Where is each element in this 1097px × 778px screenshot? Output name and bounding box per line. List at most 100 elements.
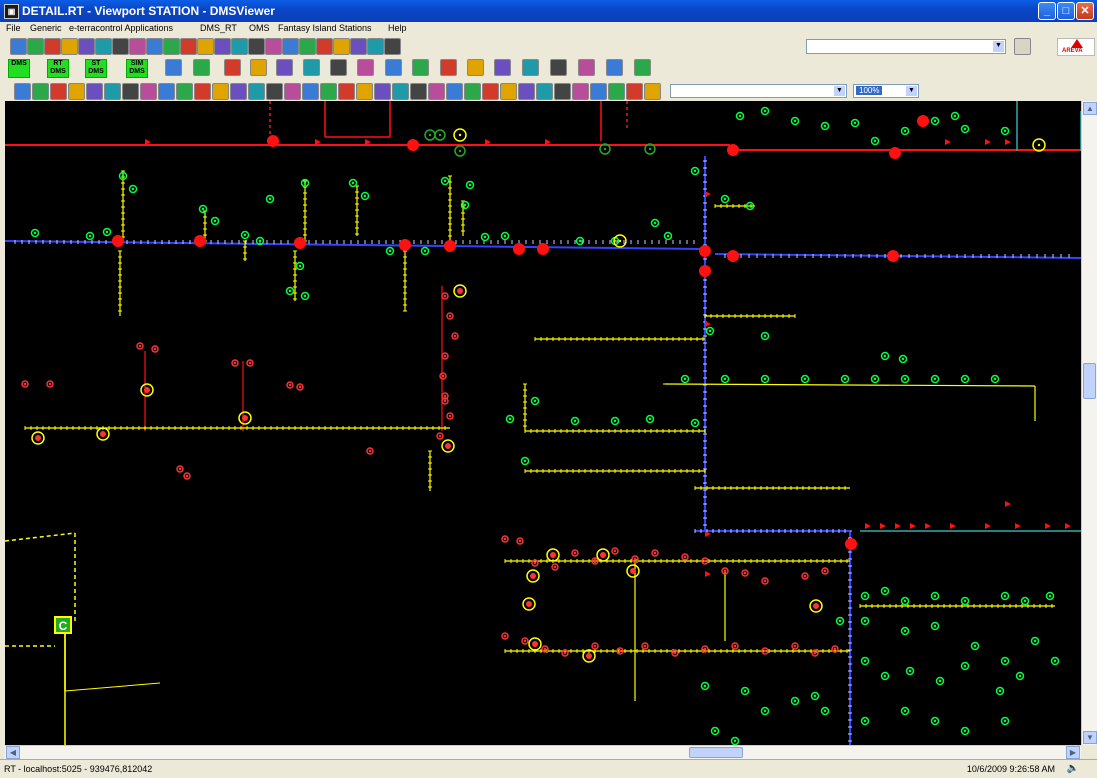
device-dot[interactable]: [723, 569, 727, 573]
device-dot[interactable]: [938, 679, 942, 683]
device-dot[interactable]: [933, 119, 937, 123]
toolbar-tool-icon[interactable]: [299, 38, 316, 55]
device-dot[interactable]: [693, 421, 697, 425]
toolbar-tool-icon[interactable]: [266, 83, 283, 100]
switch-node[interactable]: [407, 139, 419, 151]
device-dot[interactable]: [613, 549, 617, 553]
device-dot[interactable]: [508, 417, 512, 421]
device-dot[interactable]: [613, 419, 617, 423]
device-dot[interactable]: [138, 344, 142, 348]
device-dot[interactable]: [593, 644, 597, 648]
toolbar-tool-icon[interactable]: [303, 59, 320, 76]
device-dot[interactable]: [1018, 674, 1022, 678]
menu-eterracontrol[interactable]: e-terracontrol Applications: [69, 23, 173, 33]
switch-node[interactable]: [699, 265, 711, 277]
device-dot[interactable]: [483, 235, 487, 239]
device-dot[interactable]: [298, 385, 302, 389]
toolbar-tool-icon[interactable]: [197, 38, 214, 55]
device-dot[interactable]: [763, 334, 767, 338]
device-dot[interactable]: [708, 329, 712, 333]
toolbar-tool-icon[interactable]: [140, 83, 157, 100]
toolbar-tool-icon[interactable]: [428, 83, 445, 100]
horizontal-scroll-thumb[interactable]: [689, 747, 743, 758]
device-dot[interactable]: [1053, 659, 1057, 663]
switch-node[interactable]: [537, 243, 549, 255]
device-dot[interactable]: [603, 147, 607, 151]
menu-generic[interactable]: Generic: [30, 23, 62, 33]
toolbar-tool-icon[interactable]: [284, 83, 301, 100]
device-dot[interactable]: [1033, 639, 1037, 643]
switch-node[interactable]: [444, 240, 456, 252]
device-dot[interactable]: [763, 377, 767, 381]
device-dot[interactable]: [523, 639, 527, 643]
toolbar-tool-icon[interactable]: [518, 83, 535, 100]
transformer-core[interactable]: [600, 552, 606, 558]
network-diagram[interactable]: C: [5, 101, 1081, 745]
flag-marker[interactable]: [1015, 523, 1021, 529]
flag-marker[interactable]: [1005, 139, 1011, 145]
rt-dms-button[interactable]: RT DMS: [47, 59, 69, 78]
switch-node[interactable]: [513, 243, 525, 255]
toolbar-tool-icon[interactable]: [385, 59, 402, 76]
device-dot[interactable]: [443, 179, 447, 183]
toolbar-tool-icon[interactable]: [146, 38, 163, 55]
network-map-canvas[interactable]: C: [5, 101, 1081, 745]
scroll-down-arrow[interactable]: ▼: [1083, 731, 1097, 744]
device-dot[interactable]: [953, 114, 957, 118]
device-dot[interactable]: [468, 183, 472, 187]
device-dot[interactable]: [883, 674, 887, 678]
toolbar-tool-icon[interactable]: [554, 83, 571, 100]
transformer-core[interactable]: [242, 415, 248, 421]
menu-dms-rt[interactable]: DMS_RT: [200, 23, 237, 33]
device-dot[interactable]: [863, 719, 867, 723]
toolbar-tool-icon[interactable]: [230, 83, 247, 100]
toolbar-tool-icon[interactable]: [10, 38, 27, 55]
switch-node[interactable]: [294, 237, 306, 249]
menu-file[interactable]: File: [6, 23, 21, 33]
flag-marker[interactable]: [950, 523, 956, 529]
transformer-core[interactable]: [100, 431, 106, 437]
device-dot[interactable]: [823, 569, 827, 573]
sim-dms-button[interactable]: SIM DMS: [126, 59, 148, 78]
toolbar-tool-icon[interactable]: [350, 38, 367, 55]
device-dot[interactable]: [963, 729, 967, 733]
st-dms-button[interactable]: ST DMS: [85, 59, 107, 78]
toolbar-tool-icon[interactable]: [165, 59, 182, 76]
device-dot[interactable]: [153, 347, 157, 351]
toolbar-tool-icon[interactable]: [522, 59, 539, 76]
toolbar-tool-icon[interactable]: [410, 83, 427, 100]
device-dot[interactable]: [963, 599, 967, 603]
device-dot[interactable]: [443, 399, 447, 403]
toolbar-tool-icon[interactable]: [194, 83, 211, 100]
window-titlebar[interactable]: ▣ DETAIL.RT - Viewport STATION - DMSView…: [0, 0, 1097, 22]
toolbar-tool-icon[interactable]: [176, 83, 193, 100]
device-dot[interactable]: [593, 559, 597, 563]
minimize-button[interactable]: _: [1038, 2, 1056, 20]
device-dot[interactable]: [543, 647, 547, 651]
transformer-core[interactable]: [457, 288, 463, 294]
switch-node[interactable]: [845, 538, 857, 550]
window-layout-button[interactable]: [1014, 38, 1031, 55]
transformer-core[interactable]: [144, 387, 150, 393]
device-dot[interactable]: [933, 719, 937, 723]
device-dot[interactable]: [1003, 129, 1007, 133]
flag-marker[interactable]: [1045, 523, 1051, 529]
device-dot[interactable]: [578, 239, 582, 243]
toolbar-tool-icon[interactable]: [14, 83, 31, 100]
toolbar-tool-icon[interactable]: [634, 59, 651, 76]
toolbar-tool-icon[interactable]: [129, 38, 146, 55]
switch-node[interactable]: [727, 144, 739, 156]
toolbar-tool-icon[interactable]: [626, 83, 643, 100]
device-dot[interactable]: [643, 644, 647, 648]
device-dot[interactable]: [503, 234, 507, 238]
device-dot[interactable]: [793, 119, 797, 123]
transformer-core[interactable]: [586, 653, 592, 659]
toolbar-tool-icon[interactable]: [248, 83, 265, 100]
device-dot[interactable]: [903, 599, 907, 603]
device-dot[interactable]: [453, 334, 457, 338]
device-dot[interactable]: [793, 699, 797, 703]
device-dot[interactable]: [748, 204, 752, 208]
device-dot[interactable]: [933, 624, 937, 628]
toolbar-tool-icon[interactable]: [467, 59, 484, 76]
vertical-scrollbar[interactable]: ▲ ▼: [1081, 101, 1097, 745]
